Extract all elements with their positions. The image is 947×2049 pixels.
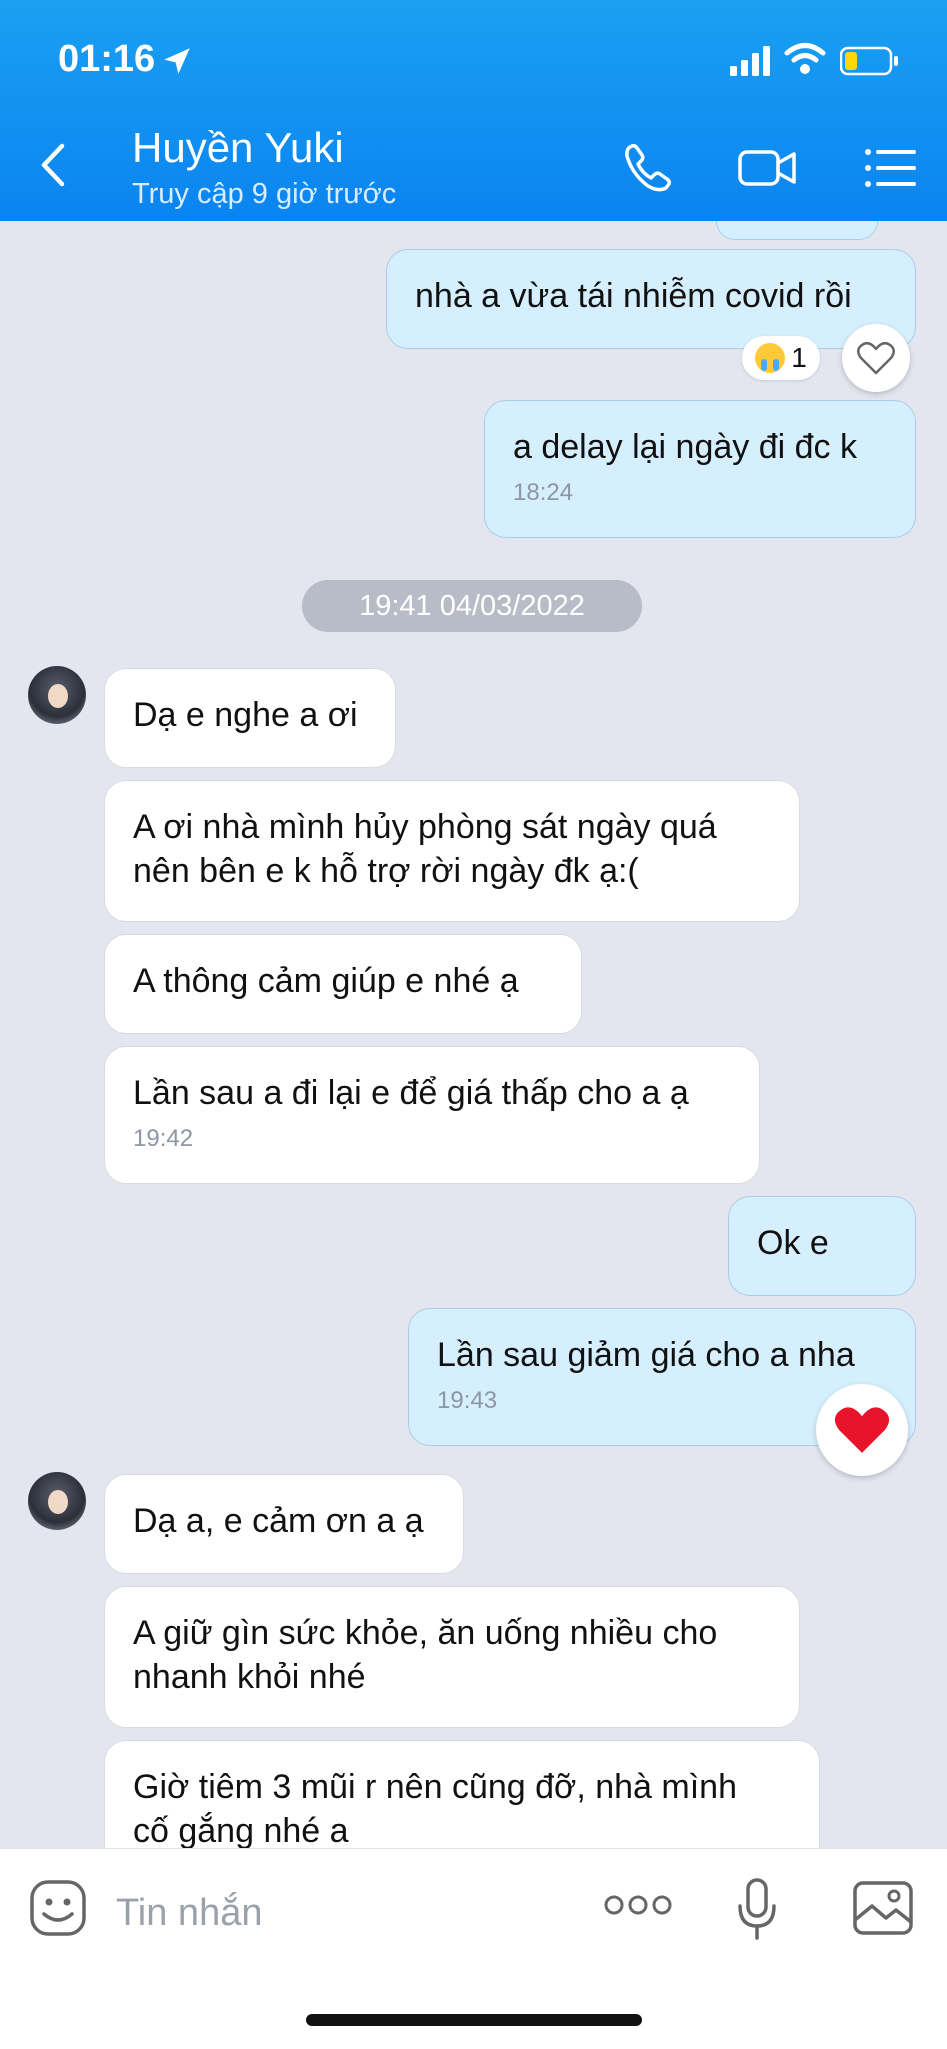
heart-icon bbox=[834, 1407, 890, 1453]
avatar[interactable] bbox=[28, 666, 86, 724]
message-bubble-outgoing[interactable]: nhà a vừa tái nhiễm covid rồi bbox=[386, 249, 916, 349]
message-input[interactable] bbox=[114, 1884, 558, 1942]
message-bubble-incoming[interactable]: A thông cảm giúp e nhé ạ bbox=[104, 934, 582, 1034]
chat-header: 01:16 Huyền Yuki Truy cập 9 giờ trước bbox=[0, 0, 947, 221]
react-button[interactable] bbox=[842, 324, 910, 392]
image-icon[interactable] bbox=[852, 1880, 914, 1936]
home-indicator[interactable] bbox=[306, 2014, 642, 2026]
sticker-icon[interactable] bbox=[28, 1878, 88, 1938]
more-icon[interactable] bbox=[604, 1892, 672, 1918]
back-button[interactable] bbox=[34, 140, 74, 190]
message-bubble-incoming[interactable]: A ơi nhà mình hủy phòng sát ngày quá nên… bbox=[104, 780, 800, 922]
wifi-icon bbox=[784, 43, 826, 74]
previous-message-bubble bbox=[716, 221, 878, 240]
menu-icon[interactable] bbox=[862, 138, 922, 198]
message-bubble-outgoing[interactable]: a delay lại ngày đi đc k 18:24 bbox=[484, 400, 916, 538]
crying-emoji-icon bbox=[755, 343, 786, 373]
message-bubble-incoming[interactable]: Lần sau a đi lại e để giá thấp cho a ạ 1… bbox=[104, 1046, 760, 1184]
message-bubble-outgoing[interactable]: Ok e bbox=[728, 1196, 916, 1296]
avatar[interactable] bbox=[28, 1472, 86, 1530]
message-bubble-incoming[interactable]: Dạ a, e cảm ơn a ạ bbox=[104, 1474, 464, 1574]
status-time: 01:16 bbox=[58, 38, 156, 80]
heart-reaction-button[interactable] bbox=[816, 1384, 908, 1476]
video-icon[interactable] bbox=[738, 138, 798, 198]
battery-icon bbox=[840, 46, 898, 76]
status-bar: 01:16 bbox=[0, 0, 947, 120]
contact-status: Truy cập 9 giờ trước bbox=[132, 178, 397, 210]
mic-icon[interactable] bbox=[736, 1878, 778, 1942]
heart-outline-icon bbox=[857, 341, 895, 375]
date-separator: 19:41 04/03/2022 bbox=[302, 580, 642, 632]
phone-icon[interactable] bbox=[618, 138, 678, 198]
cellular-signal-icon bbox=[730, 46, 770, 76]
location-arrow-icon bbox=[164, 48, 190, 74]
reaction-summary[interactable]: 1 bbox=[742, 336, 820, 380]
message-bubble-incoming[interactable]: A giữ gìn sức khỏe, ăn uống nhiều cho nh… bbox=[104, 1586, 800, 1728]
contact-name[interactable]: Huyền Yuki bbox=[132, 124, 344, 172]
message-bubble-incoming[interactable]: Dạ e nghe a ơi bbox=[104, 668, 396, 768]
